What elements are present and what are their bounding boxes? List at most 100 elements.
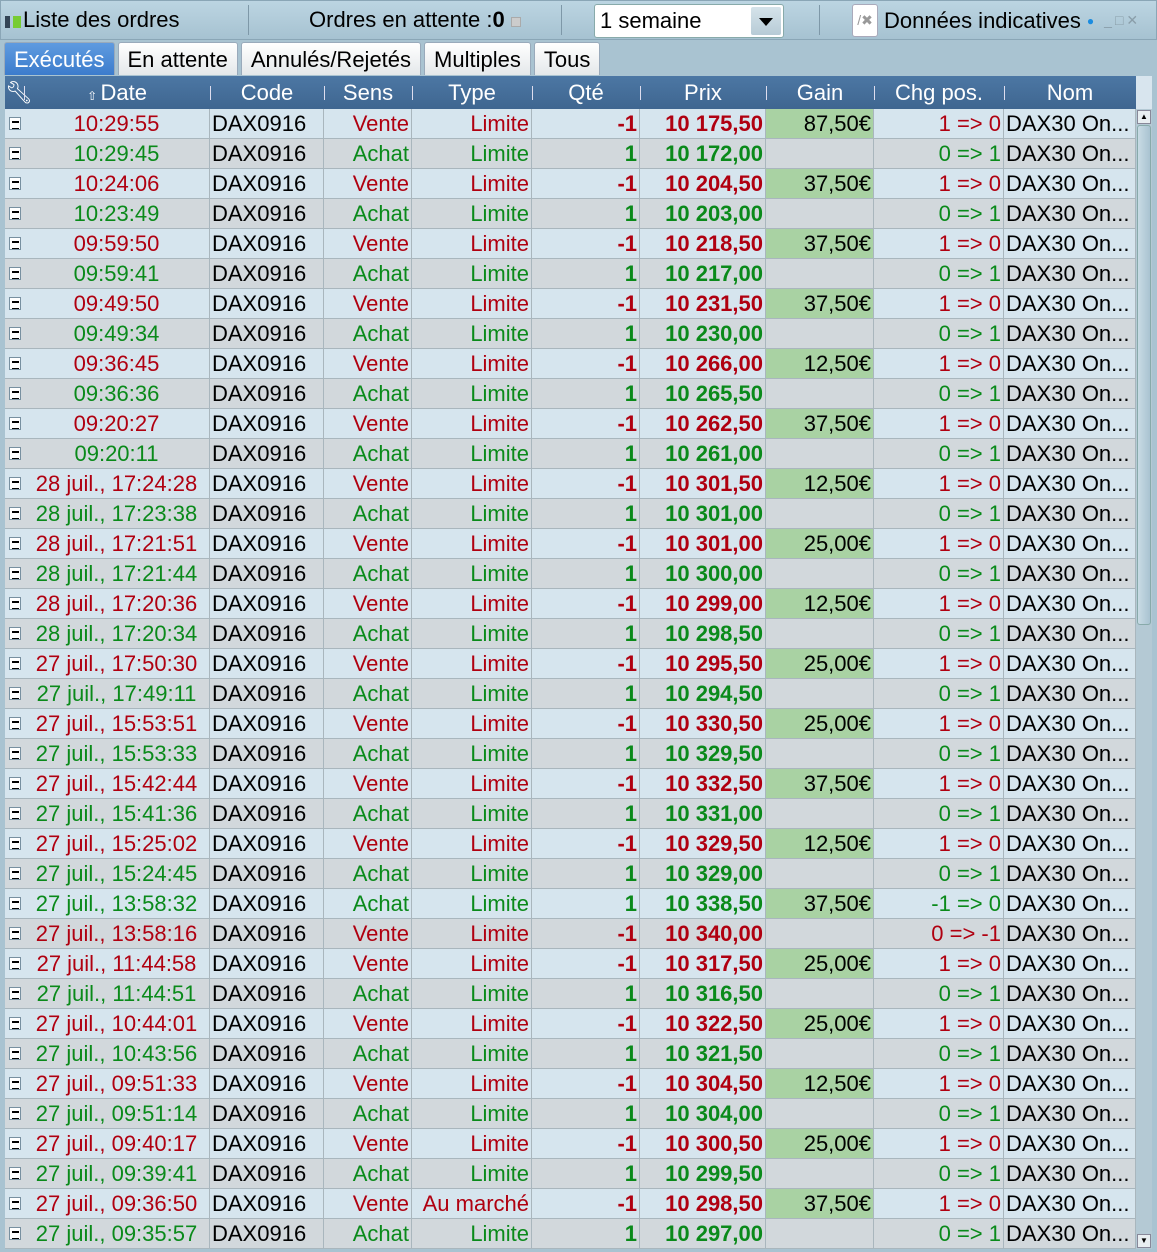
order-details-icon[interactable] xyxy=(9,747,21,760)
table-row[interactable]: 28 juil., 17:21:51 DAX0916 Vente Limite -1 10… xyxy=(5,529,1136,559)
table-row[interactable]: 27 juil., 15:41:36 DAX0916 Achat Limite 1 10 … xyxy=(5,799,1136,829)
order-details-icon[interactable] xyxy=(9,507,21,520)
order-details-icon[interactable] xyxy=(9,927,21,940)
table-row[interactable]: 27 juil., 15:53:51 DAX0916 Vente Limite -1 10… xyxy=(5,709,1136,739)
table-row[interactable]: 10:24:06 DAX0916 Vente Limite -1 10 204,50 37,… xyxy=(5,169,1136,199)
table-row[interactable]: 27 juil., 13:58:16 DAX0916 Vente Limite -1 10… xyxy=(5,919,1136,949)
order-details-icon[interactable] xyxy=(9,687,21,700)
order-details-icon[interactable] xyxy=(9,417,21,430)
order-details-icon[interactable] xyxy=(9,1137,21,1150)
order-details-icon[interactable] xyxy=(9,297,21,310)
table-row[interactable]: 28 juil., 17:20:36 DAX0916 Vente Limite -1 10… xyxy=(5,589,1136,619)
table-row[interactable]: 27 juil., 09:51:33 DAX0916 Vente Limite -1 10… xyxy=(5,1069,1136,1099)
order-details-icon[interactable] xyxy=(9,837,21,850)
table-row[interactable]: 27 juil., 15:53:33 DAX0916 Achat Limite 1 10 … xyxy=(5,739,1136,769)
order-details-icon[interactable] xyxy=(9,1047,21,1060)
order-details-icon[interactable] xyxy=(9,987,21,1000)
table-row[interactable]: 09:49:34 DAX0916 Achat Limite 1 10 230,00 0 =>… xyxy=(5,319,1136,349)
order-details-icon[interactable] xyxy=(9,117,21,130)
order-details-icon[interactable] xyxy=(9,537,21,550)
tab-executes[interactable]: Exécutés xyxy=(4,42,115,75)
col-gain[interactable]: Gain xyxy=(766,76,874,109)
col-prix[interactable]: Prix xyxy=(640,76,766,109)
tab-tous[interactable]: Tous xyxy=(533,42,601,75)
order-details-icon[interactable] xyxy=(9,267,21,280)
table-row[interactable]: 10:29:55 DAX0916 Vente Limite -1 10 175,50 87,… xyxy=(5,109,1136,139)
table-row[interactable]: 27 juil., 17:50:30 DAX0916 Vente Limite -1 10… xyxy=(5,649,1136,679)
order-details-icon[interactable] xyxy=(9,1017,21,1030)
order-details-icon[interactable] xyxy=(9,627,21,640)
table-row[interactable]: 27 juil., 10:43:56 DAX0916 Achat Limite 1 10 … xyxy=(5,1039,1136,1069)
table-row[interactable]: 27 juil., 10:44:01 DAX0916 Vente Limite -1 10… xyxy=(5,1009,1136,1039)
order-details-icon[interactable] xyxy=(9,327,21,340)
close-icon[interactable]: ✕ xyxy=(1126,12,1141,28)
table-row[interactable]: 09:59:50 DAX0916 Vente Limite -1 10 218,50 37,… xyxy=(5,229,1136,259)
table-row[interactable]: 09:20:27 DAX0916 Vente Limite -1 10 262,50 37,… xyxy=(5,409,1136,439)
order-details-icon[interactable] xyxy=(9,1107,21,1120)
col-chg-pos[interactable]: Chg pos. xyxy=(874,76,1004,109)
minimize-icon[interactable]: _ xyxy=(1104,12,1115,28)
table-row[interactable]: 27 juil., 09:40:17 DAX0916 Vente Limite -1 10… xyxy=(5,1129,1136,1159)
table-row[interactable]: 28 juil., 17:21:44 DAX0916 Achat Limite 1 10 … xyxy=(5,559,1136,589)
table-row[interactable]: 27 juil., 15:24:45 DAX0916 Achat Limite 1 10 … xyxy=(5,859,1136,889)
vertical-scrollbar[interactable]: ▲ ▼ xyxy=(1136,109,1152,1249)
table-row[interactable]: 28 juil., 17:20:34 DAX0916 Achat Limite 1 10 … xyxy=(5,619,1136,649)
order-details-icon[interactable] xyxy=(9,657,21,670)
scroll-down-icon[interactable]: ▼ xyxy=(1137,1234,1151,1248)
wrench-icon[interactable]: 🔧︎ xyxy=(5,76,33,109)
order-details-icon[interactable] xyxy=(9,897,21,910)
tab-annules-rejetes[interactable]: Annulés/Rejetés xyxy=(240,42,422,75)
clear-icon[interactable] xyxy=(510,17,521,27)
order-details-icon[interactable] xyxy=(9,1167,21,1180)
order-details-icon[interactable] xyxy=(9,237,21,250)
table-row[interactable]: 27 juil., 13:58:32 DAX0916 Achat Limite 1 10 … xyxy=(5,889,1136,919)
col-nom[interactable]: Nom xyxy=(1004,76,1136,109)
table-row[interactable]: 28 juil., 17:23:38 DAX0916 Achat Limite 1 10 … xyxy=(5,499,1136,529)
tab-multiples[interactable]: Multiples xyxy=(424,42,531,75)
order-details-icon[interactable] xyxy=(9,597,21,610)
table-row[interactable]: 09:36:45 DAX0916 Vente Limite -1 10 266,00 12,… xyxy=(5,349,1136,379)
table-row[interactable]: 09:49:50 DAX0916 Vente Limite -1 10 231,50 37,… xyxy=(5,289,1136,319)
table-row[interactable]: 28 juil., 17:24:28 DAX0916 Vente Limite -1 10… xyxy=(5,469,1136,499)
period-select[interactable]: 1 semaine xyxy=(594,4,784,38)
col-code[interactable]: Code xyxy=(210,76,324,109)
order-details-icon[interactable] xyxy=(9,447,21,460)
order-details-icon[interactable] xyxy=(9,147,21,160)
scroll-thumb[interactable] xyxy=(1137,125,1151,625)
order-details-icon[interactable] xyxy=(9,357,21,370)
table-row[interactable]: 09:59:41 DAX0916 Achat Limite 1 10 217,00 0 =>… xyxy=(5,259,1136,289)
order-details-icon[interactable] xyxy=(9,867,21,880)
order-details-icon[interactable] xyxy=(9,207,21,220)
chevron-down-icon[interactable] xyxy=(751,7,781,35)
scroll-up-icon[interactable]: ▲ xyxy=(1137,110,1151,124)
order-details-icon[interactable] xyxy=(9,177,21,190)
col-qte[interactable]: Qté xyxy=(532,76,640,109)
order-details-icon[interactable] xyxy=(9,717,21,730)
tab-en-attente[interactable]: En attente xyxy=(117,42,238,75)
order-details-icon[interactable] xyxy=(9,567,21,580)
table-row[interactable]: 27 juil., 11:44:58 DAX0916 Vente Limite -1 10… xyxy=(5,949,1136,979)
order-details-icon[interactable] xyxy=(9,777,21,790)
table-row[interactable]: 09:36:36 DAX0916 Achat Limite 1 10 265,50 0 =>… xyxy=(5,379,1136,409)
table-row[interactable]: 27 juil., 09:51:14 DAX0916 Achat Limite 1 10 … xyxy=(5,1099,1136,1129)
col-date[interactable]: ⇧ Date xyxy=(24,76,210,109)
order-details-icon[interactable] xyxy=(9,957,21,970)
col-type[interactable]: Type xyxy=(412,76,532,109)
table-row[interactable]: 27 juil., 17:49:11 DAX0916 Achat Limite 1 10 … xyxy=(5,679,1136,709)
table-row[interactable]: 27 juil., 09:35:57 DAX0916 Achat Limite 1 10 … xyxy=(5,1219,1136,1249)
info-bubble-icon[interactable]: ● xyxy=(1087,14,1094,28)
table-row[interactable]: 09:20:11 DAX0916 Achat Limite 1 10 261,00 0 =>… xyxy=(5,439,1136,469)
table-row[interactable]: 27 juil., 15:25:02 DAX0916 Vente Limite -1 10… xyxy=(5,829,1136,859)
order-details-icon[interactable] xyxy=(9,387,21,400)
order-details-icon[interactable] xyxy=(9,1197,21,1210)
table-row[interactable]: 27 juil., 09:36:50 DAX0916 Vente Au marché -… xyxy=(5,1189,1136,1219)
col-sens[interactable]: Sens xyxy=(324,76,412,109)
table-row[interactable]: 27 juil., 15:42:44 DAX0916 Vente Limite -1 10… xyxy=(5,769,1136,799)
order-details-icon[interactable] xyxy=(9,807,21,820)
order-details-icon[interactable] xyxy=(9,477,21,490)
order-details-icon[interactable] xyxy=(9,1077,21,1090)
table-row[interactable]: 27 juil., 09:39:41 DAX0916 Achat Limite 1 10 … xyxy=(5,1159,1136,1189)
table-row[interactable]: 27 juil., 11:44:51 DAX0916 Achat Limite 1 10 … xyxy=(5,979,1136,1009)
table-row[interactable]: 10:29:45 DAX0916 Achat Limite 1 10 172,00 0 =>… xyxy=(5,139,1136,169)
maximize-icon[interactable]: □ xyxy=(1115,12,1126,28)
